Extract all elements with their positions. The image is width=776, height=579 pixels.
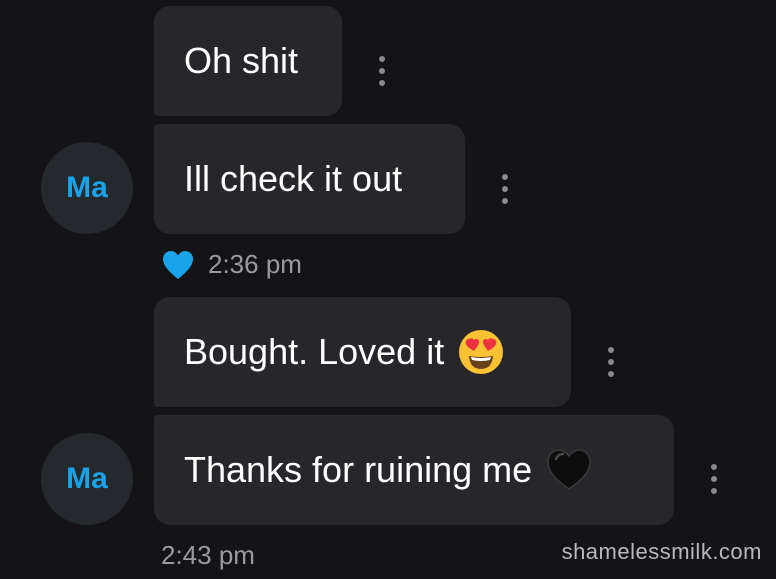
message-bubble[interactable]: Bought. Loved it [154, 297, 571, 407]
message-bubble[interactable]: Thanks for ruining me [154, 415, 674, 525]
black-heart-emoji [547, 449, 591, 490]
message-text: Ill check it out [184, 158, 403, 199]
message-bubble[interactable]: Ill check it out [154, 124, 465, 234]
message-bubble[interactable]: Oh shit [154, 6, 342, 116]
more-vertical-icon[interactable] [710, 464, 718, 494]
message-text: Oh shit [184, 40, 299, 81]
message-timestamp: 2:43 pm [161, 540, 255, 570]
message-text: Thanks for ruining me [184, 449, 533, 490]
message-meta: 2:36 pm [162, 249, 302, 280]
avatar[interactable]: Ma [41, 142, 133, 234]
watermark: shamelessmilk.com [561, 539, 762, 564]
more-vertical-icon[interactable] [607, 347, 615, 377]
avatar-initials: Ma [66, 171, 108, 204]
heart-eyes-emoji [459, 330, 504, 374]
message-text: Bought. Loved it [184, 331, 445, 372]
more-vertical-icon[interactable] [378, 56, 386, 86]
avatar-initials: Ma [66, 462, 108, 495]
more-vertical-icon[interactable] [501, 174, 509, 204]
message-timestamp: 2:36 pm [208, 249, 302, 279]
avatar[interactable]: Ma [41, 433, 133, 525]
message-meta: 2:43 pm [161, 540, 255, 571]
heart-icon[interactable] [162, 250, 194, 280]
